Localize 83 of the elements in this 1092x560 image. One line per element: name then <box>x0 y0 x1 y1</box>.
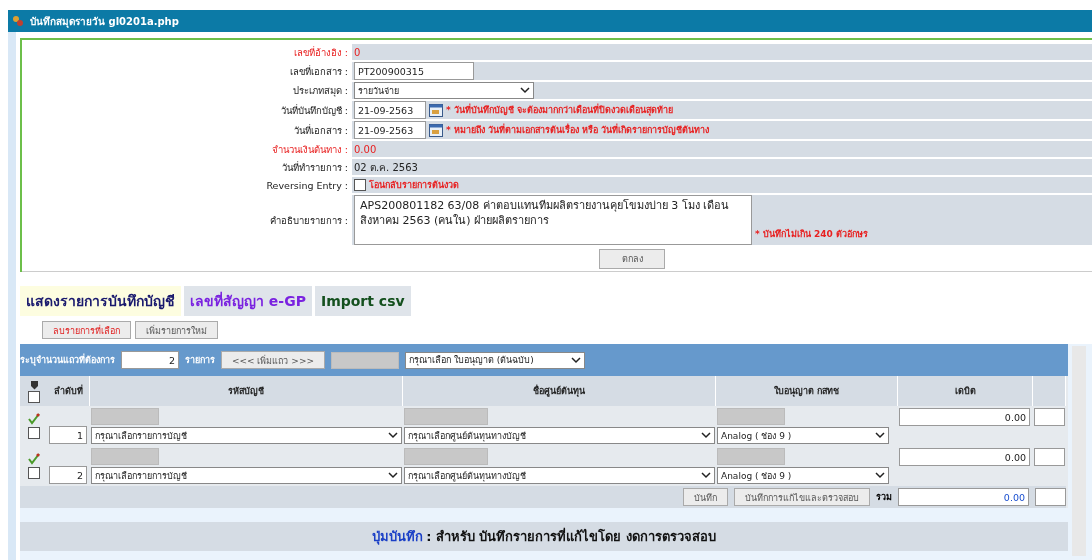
row-number-field[interactable]: 1 <box>49 426 87 444</box>
account-select[interactable]: กรุณาเลือกรายการบัญชี <box>91 467 402 484</box>
cost-center-select[interactable]: กรุณาเลือกศูนย์ต้นทุนทางบัญชี <box>404 467 715 484</box>
input-field[interactable] <box>1035 488 1066 506</box>
field-label: เลขที่เอกสาร : <box>288 64 349 79</box>
tab[interactable]: Import csv <box>314 286 411 316</box>
note-text: : สำหรับ บันทึกรายการที่แก้ไขโดย งดการตรวจสอบ <box>426 529 716 544</box>
cost-center-select[interactable]: กรุณาเลือกศูนย์ต้นทุนทางบัญชี <box>404 427 715 444</box>
delete-button[interactable]: ลบรายการที่เลือก <box>42 321 131 339</box>
add-button[interactable]: เพิ่มรายการใหม่ <box>135 321 218 339</box>
field-label: ประเภทสมุด : <box>291 84 349 98</box>
field-value: 0.00 <box>354 143 377 155</box>
row-count-label: ระบุจำนวนแถวที่ต้องการ <box>20 353 115 367</box>
row-checkbox[interactable] <box>28 467 40 479</box>
chevron-down-icon <box>388 432 398 439</box>
chevron-down-icon <box>875 472 885 479</box>
chevron-down-icon <box>701 472 711 479</box>
calendar-icon[interactable] <box>429 103 443 117</box>
input-field[interactable] <box>1034 448 1065 466</box>
unit-label: รายการ <box>185 354 215 367</box>
field-note: * หมายถึง วันที่ตามเอกสารต้นเรื่อง หรือ วันที่เกิดรายการบัญชีต้นทาง <box>446 123 710 137</box>
checkmark-icon <box>28 413 40 425</box>
field-value: 0 <box>354 46 361 58</box>
calendar-icon[interactable] <box>429 123 443 137</box>
column-header: รหัสบัญชี <box>90 376 403 406</box>
field-label: คำอธิบายรายการ : <box>268 213 349 228</box>
field-label: Reversing Entry : <box>265 179 349 191</box>
debit-field[interactable]: 0.00 <box>899 448 1030 466</box>
chevron-down-icon <box>701 432 711 439</box>
input-field[interactable] <box>717 448 785 465</box>
column-header: ชื่อศูนย์ต้นทุน <box>403 376 716 406</box>
field-label: วันที่ทำรายการ : <box>280 160 349 175</box>
total-label: รวม <box>876 491 892 504</box>
input-field[interactable] <box>717 408 785 425</box>
column-header: เดบิต <box>898 376 1033 406</box>
add-rows-button[interactable]: <<< เพิ่มแถว >>> <box>221 351 325 369</box>
column-header: ลำดับที่ <box>48 376 90 406</box>
field-note: * บันทึกไม่เกิน 240 ตัวอักษร <box>755 228 868 241</box>
field-label: วันที่บันทึกบัญชี : <box>279 103 349 118</box>
header-cell <box>1033 376 1066 406</box>
row-checkbox[interactable] <box>28 427 40 439</box>
window-title: บันทึกสมุดรายวัน gl0201a.php <box>30 14 179 29</box>
tab[interactable]: แสดงรายการบันทึกบัญชี <box>20 286 181 316</box>
input-field[interactable] <box>1034 408 1065 426</box>
license-select[interactable]: Analog ( ช่อง 9 ) <box>717 427 889 444</box>
chevron-down-icon <box>388 472 398 479</box>
book-type-select[interactable]: รายวันจ่าย <box>354 82 534 99</box>
app-icon <box>12 15 24 27</box>
account-select[interactable]: กรุณาเลือกรายการบัญชี <box>91 427 402 444</box>
date-field[interactable]: 21-09-2563 <box>354 121 426 139</box>
license-select[interactable]: กรุณาเลือก ใบอนุญาต (ต้นฉบับ) <box>404 351 585 369</box>
field-label: เลขที่อ้างอิง : <box>292 45 349 60</box>
license-select[interactable]: Analog ( ช่อง 9 ) <box>717 467 889 484</box>
field-label: วันที่เอกสาร : <box>292 123 349 138</box>
input-field[interactable] <box>330 351 399 369</box>
field-value: 02 ต.ค. 2563 <box>354 160 418 175</box>
row-count-field[interactable]: 2 <box>121 351 179 369</box>
tab[interactable]: เลขที่สัญญา e-GP <box>184 286 312 316</box>
field-label: จำนวนเงินต้นทาง : <box>270 142 349 157</box>
ok-button[interactable]: ตกลง <box>599 249 665 269</box>
chevron-down-icon <box>875 432 885 439</box>
field-note: * วันที่บันทึกบัญชี จะต้องมากกว่าเดือนที่ปิดงวดเดือนสุดท้าย <box>446 103 673 117</box>
chevron-down-icon <box>570 356 581 364</box>
save-button[interactable]: บันทึกการแก้ไขและตรวจสอบ <box>734 488 870 506</box>
input-field[interactable] <box>91 408 159 425</box>
column-header: ใบอนุญาต กสทช <box>716 376 898 406</box>
shield-icon <box>29 379 39 390</box>
input-field[interactable] <box>404 448 488 465</box>
document-number-field[interactable]: PT200900315 <box>354 62 474 80</box>
description-field[interactable]: APS200801182 63/08 ค่าตอบแทนทีมผลิตรายงานคุยโขมงบ่าย 3 โมง เดือนสิงหาคม 2563 (คนใน) ฝ่ายผลิตรายการ <box>354 195 752 245</box>
select-all-checkbox[interactable] <box>28 390 40 403</box>
chevron-down-icon <box>520 87 530 94</box>
input-field[interactable] <box>404 408 488 425</box>
input-field[interactable] <box>91 448 159 465</box>
row-number-field[interactable]: 2 <box>49 466 87 484</box>
save-button[interactable]: บันทึก <box>683 488 728 506</box>
date-field[interactable]: 21-09-2563 <box>354 101 426 119</box>
checkbox[interactable] <box>354 179 366 191</box>
checkmark-icon <box>28 453 40 465</box>
checkbox-label: โอนกลับรายการต้นงวด <box>369 179 459 192</box>
debit-field[interactable]: 0.00 <box>899 408 1030 426</box>
total-field[interactable]: 0.00 <box>898 488 1029 506</box>
note-term: ปุ่มบันทึก <box>372 529 423 544</box>
